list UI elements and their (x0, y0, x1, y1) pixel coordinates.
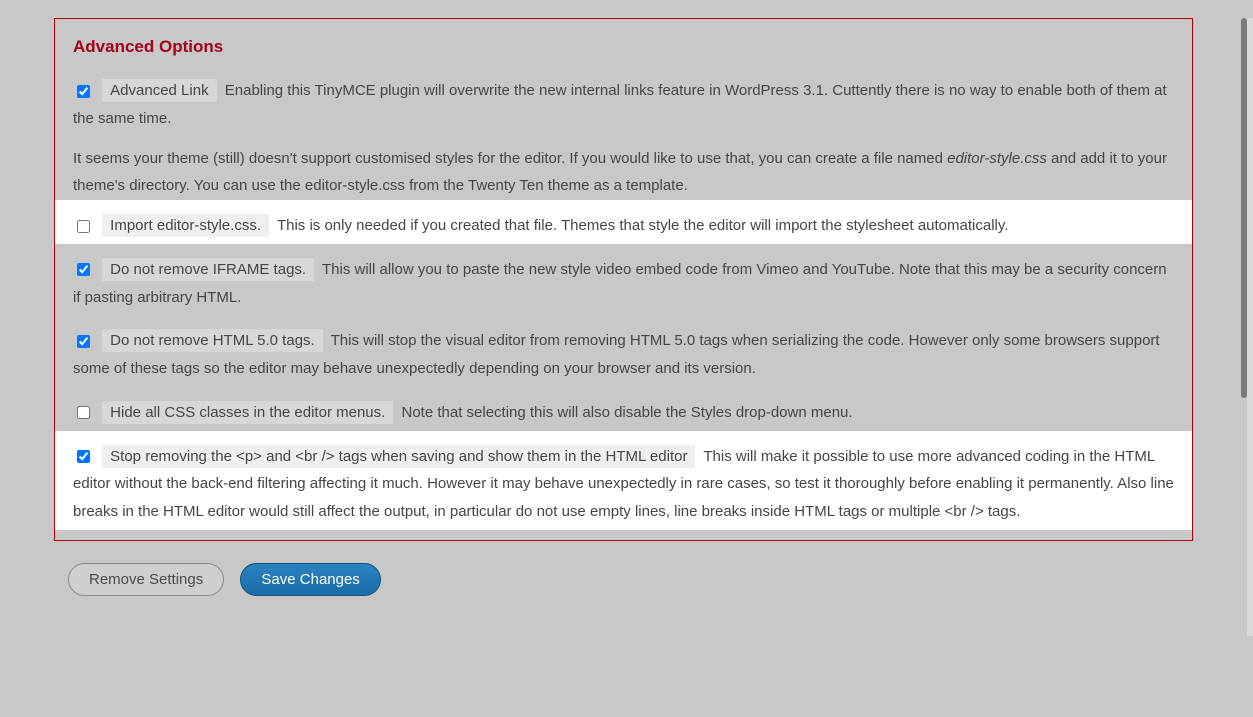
checkbox-import-editor-style[interactable] (77, 220, 90, 233)
option-import-editor-style: Import editor-style.css. This is only ne… (55, 200, 1192, 244)
option-desc: Note that selecting this will also disab… (401, 404, 852, 421)
option-label: Do not remove IFRAME tags. (102, 258, 314, 281)
option-desc: Enabling this TinyMCE plugin will overwr… (73, 82, 1167, 127)
editor-style-info: It seems your theme (still) doesn't supp… (55, 137, 1192, 201)
remove-settings-button[interactable]: Remove Settings (68, 563, 224, 596)
option-label: Advanced Link (102, 79, 216, 102)
checkbox-iframe[interactable] (77, 263, 90, 276)
checkbox-advanced-link[interactable] (77, 85, 90, 98)
checkbox-html5[interactable] (77, 335, 90, 348)
option-label: Do not remove HTML 5.0 tags. (102, 329, 323, 352)
option-advanced-link: Advanced Link Enabling this TinyMCE plug… (55, 65, 1192, 137)
checkbox-hide-css[interactable] (77, 406, 90, 419)
button-row: Remove Settings Save Changes (68, 563, 1233, 596)
info-text-prefix: It seems your theme (still) doesn't supp… (73, 150, 947, 167)
advanced-options-panel: Advanced Options Advanced Link Enabling … (54, 18, 1193, 541)
option-label: Stop removing the <p> and <br /> tags wh… (102, 445, 695, 468)
option-stop-removing-p: Stop removing the <p> and <br /> tags wh… (55, 431, 1192, 530)
option-html5: Do not remove HTML 5.0 tags. This will s… (55, 315, 1192, 387)
vertical-scrollbar[interactable] (1241, 18, 1247, 398)
option-label: Hide all CSS classes in the editor menus… (102, 401, 393, 424)
checkbox-stop-removing-p[interactable] (77, 450, 90, 463)
info-filename: editor-style.css (947, 150, 1047, 167)
option-desc: This is only needed if you created that … (277, 217, 1008, 234)
option-hide-css: Hide all CSS classes in the editor menus… (55, 387, 1192, 431)
panel-title: Advanced Options (55, 37, 1192, 65)
save-changes-button[interactable]: Save Changes (240, 563, 380, 596)
option-label: Import editor-style.css. (102, 214, 269, 237)
option-iframe: Do not remove IFRAME tags. This will all… (55, 244, 1192, 316)
